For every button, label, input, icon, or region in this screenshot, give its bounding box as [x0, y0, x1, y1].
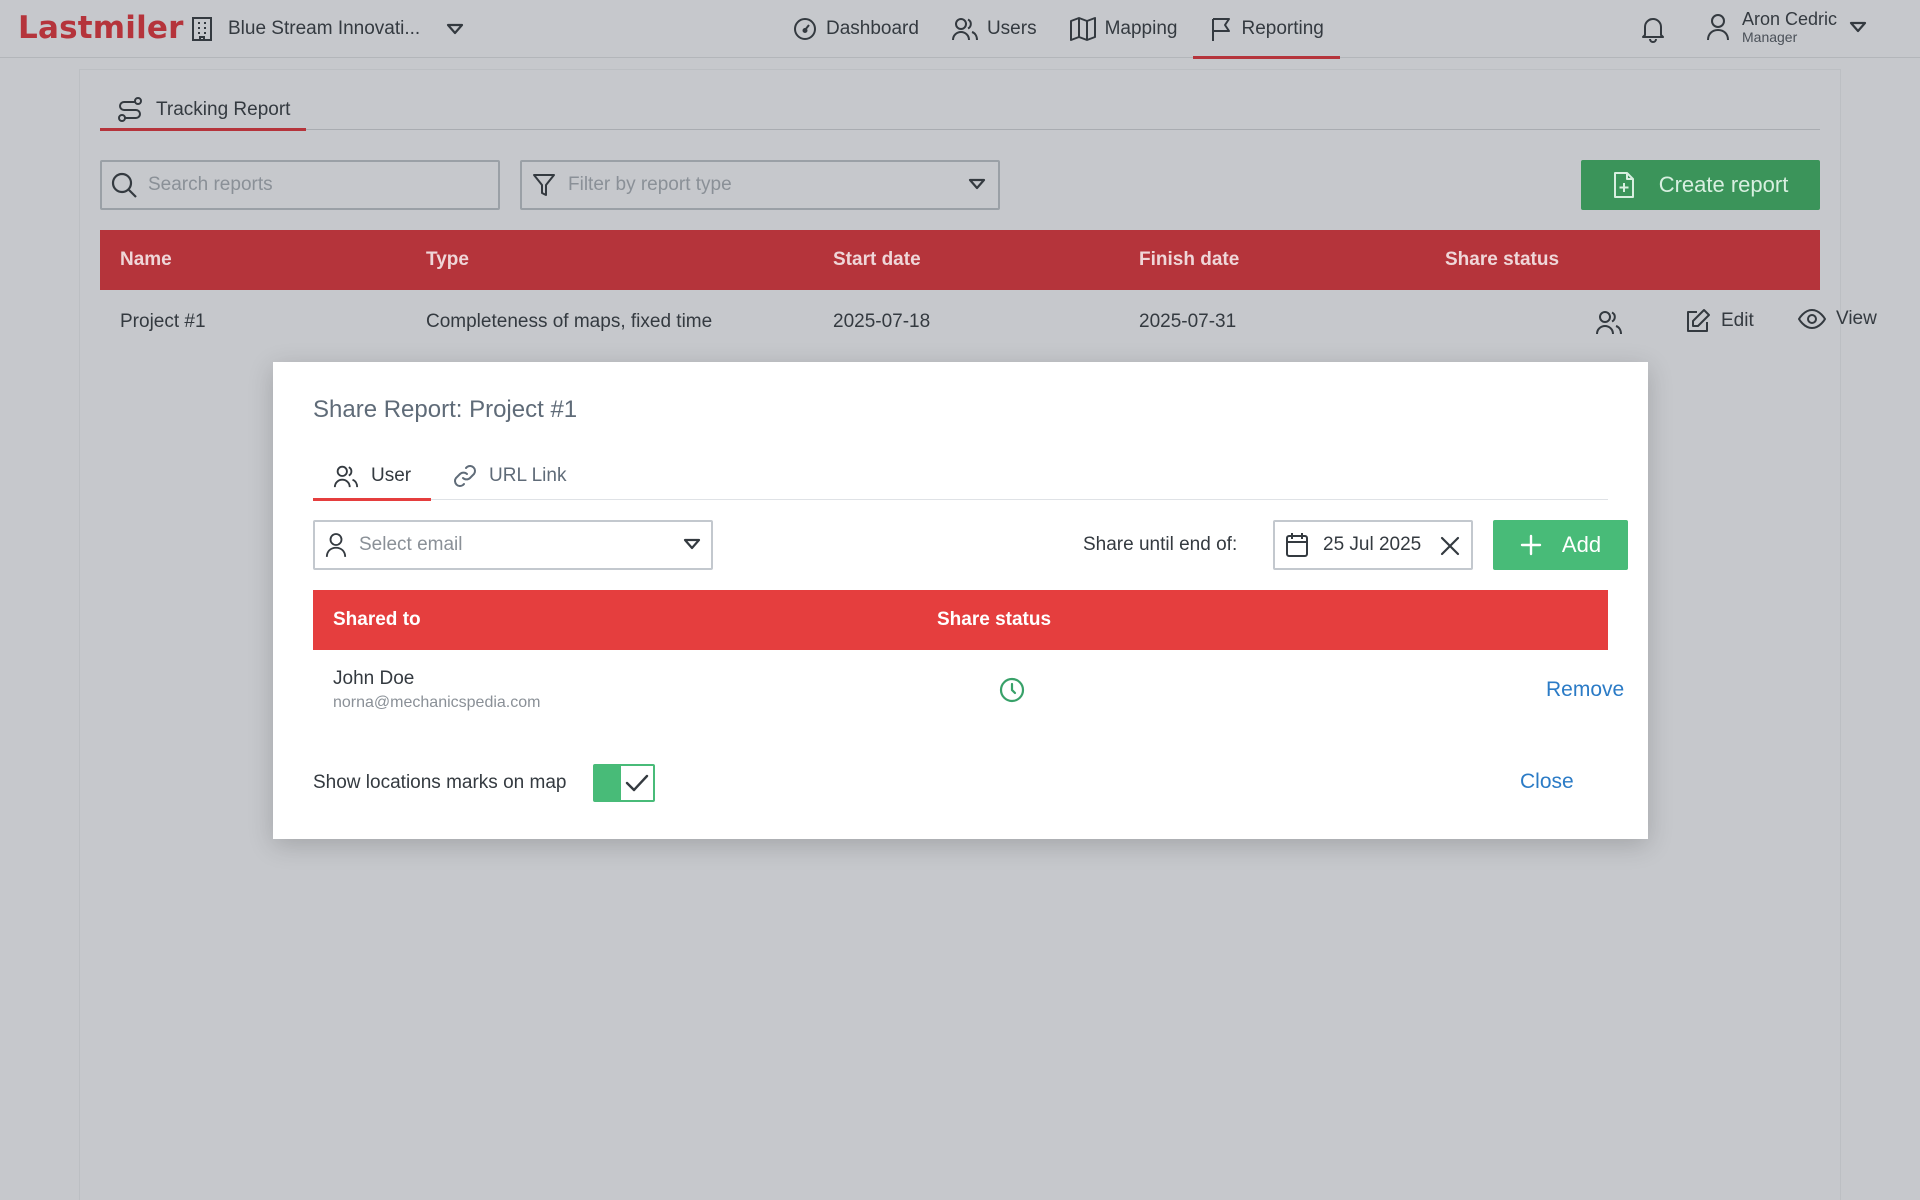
- chevron-down-icon: [968, 178, 986, 190]
- search-box[interactable]: [100, 160, 500, 210]
- report-start-date: 2025-07-18: [833, 311, 931, 332]
- chevron-down-icon: [1849, 21, 1867, 33]
- report-finish-date: 2025-07-31: [1139, 311, 1237, 332]
- user-role: Manager: [1742, 29, 1798, 45]
- edit-label: Edit: [1721, 310, 1754, 331]
- chevron-down-icon: [683, 538, 701, 550]
- column-header[interactable]: Name: [120, 230, 172, 290]
- panel-tabs: Tracking Report: [100, 90, 1820, 131]
- create-report-label: Create report: [1658, 172, 1789, 197]
- nav-item-dashboard[interactable]: Dashboard: [776, 0, 935, 58]
- share-until-date: 25 Jul 2025: [1323, 534, 1422, 555]
- map-icon: [1069, 16, 1097, 42]
- organization-name: Blue Stream Innovati...: [228, 18, 421, 39]
- tab-tracking-report[interactable]: Tracking Report: [100, 90, 307, 131]
- report-name: Project #1: [120, 311, 206, 332]
- share-until-date-picker[interactable]: 25 Jul 2025: [1273, 520, 1473, 570]
- link-icon: [453, 464, 477, 488]
- add-share-button[interactable]: Add: [1493, 520, 1628, 570]
- edit-icon: [1685, 308, 1711, 334]
- share-until-label: Share until end of:: [1083, 534, 1238, 555]
- search-input[interactable]: [148, 174, 468, 196]
- table-row: John Doe norna@mechanicspedia.com Remove: [313, 650, 1624, 730]
- file-plus-icon: [1613, 171, 1635, 199]
- close-modal-link[interactable]: Close: [1520, 770, 1574, 794]
- nav-item-label: Users: [986, 18, 1037, 39]
- plus-icon: [1520, 534, 1542, 556]
- filter-input[interactable]: [568, 174, 888, 196]
- view-button[interactable]: View: [1798, 308, 1877, 330]
- tab-label: Tracking Report: [156, 99, 291, 120]
- tab-label: URL Link: [489, 465, 567, 486]
- check-icon: [625, 773, 649, 793]
- top-navbar: Lastmiler Blue Stream Innovati... Dashbo…: [0, 0, 1920, 59]
- toggle-label: Show locations marks on map: [313, 772, 567, 793]
- app-logo[interactable]: Lastmiler: [18, 10, 184, 46]
- users-icon: [1595, 308, 1623, 336]
- remove-share-link[interactable]: Remove: [1546, 678, 1624, 702]
- user-info: Aron Cedric Manager: [1742, 9, 1837, 45]
- organization-selector[interactable]: Blue Stream Innovati...: [190, 12, 464, 46]
- flag-icon: [1209, 16, 1233, 42]
- shares-table-header: Shared to Share status: [313, 590, 1608, 650]
- column-header: Share status: [1445, 249, 1560, 270]
- chevron-down-icon: [446, 23, 464, 35]
- share-button[interactable]: [1595, 308, 1623, 336]
- nav-item-reporting[interactable]: Reporting: [1193, 0, 1341, 59]
- users-icon: [333, 463, 359, 489]
- user-icon: [1706, 13, 1730, 41]
- tab-label: User: [371, 465, 412, 486]
- reports-table-header: Name Type Start date Finish date Share s…: [100, 230, 1820, 290]
- building-icon: [190, 16, 214, 42]
- user-name: Aron Cedric: [1742, 9, 1838, 29]
- eye-icon: [1798, 308, 1826, 330]
- email-select[interactable]: [313, 520, 713, 570]
- tab-url-link[interactable]: URL Link: [433, 452, 586, 500]
- modal-tabs: User URL Link: [313, 452, 1608, 501]
- share-user-email: norna@mechanicspedia.com: [333, 694, 541, 711]
- column-header[interactable]: Finish date: [1139, 230, 1239, 290]
- modal-title: Share Report: Project #1: [313, 396, 578, 423]
- toggle-knob: [595, 766, 621, 800]
- user-icon: [325, 532, 347, 558]
- table-row: Project #1 Completeness of maps, fixed t…: [100, 290, 1877, 354]
- report-type: Completeness of maps, fixed time: [426, 311, 713, 332]
- column-header[interactable]: Type: [426, 230, 469, 290]
- calendar-icon: [1285, 532, 1309, 558]
- search-icon: [110, 171, 138, 199]
- filter-icon: [532, 172, 556, 198]
- main-nav: Dashboard Users Mapping Reporting: [776, 0, 1341, 59]
- nav-item-users[interactable]: Users: [935, 0, 1053, 58]
- route-icon: [116, 96, 144, 124]
- nav-item-mapping[interactable]: Mapping: [1053, 0, 1194, 58]
- share-user-name: John Doe: [333, 668, 415, 689]
- share-report-modal: Share Report: Project #1 User URL Link S…: [273, 362, 1648, 839]
- report-type-filter[interactable]: [520, 160, 1000, 210]
- tab-user[interactable]: User: [313, 452, 432, 501]
- show-locations-toggle[interactable]: [593, 764, 655, 802]
- bell-icon[interactable]: [1640, 15, 1666, 43]
- add-label: Add: [1561, 532, 1602, 557]
- column-header: Shared to: [333, 609, 421, 630]
- close-icon[interactable]: [1439, 535, 1461, 557]
- gauge-icon: [792, 16, 818, 42]
- clock-icon: [999, 677, 1025, 703]
- email-input[interactable]: [359, 534, 659, 556]
- users-icon: [951, 16, 979, 42]
- column-header: Share status: [937, 609, 1052, 630]
- create-report-button[interactable]: Create report: [1581, 160, 1820, 210]
- nav-item-label: Mapping: [1104, 18, 1178, 39]
- view-label: View: [1836, 308, 1877, 329]
- nav-item-label: Dashboard: [826, 18, 919, 39]
- user-menu[interactable]: Aron Cedric Manager: [1706, 9, 1867, 45]
- nav-item-label: Reporting: [1241, 18, 1324, 39]
- column-header[interactable]: Start date: [833, 230, 921, 290]
- edit-button[interactable]: Edit: [1685, 308, 1754, 334]
